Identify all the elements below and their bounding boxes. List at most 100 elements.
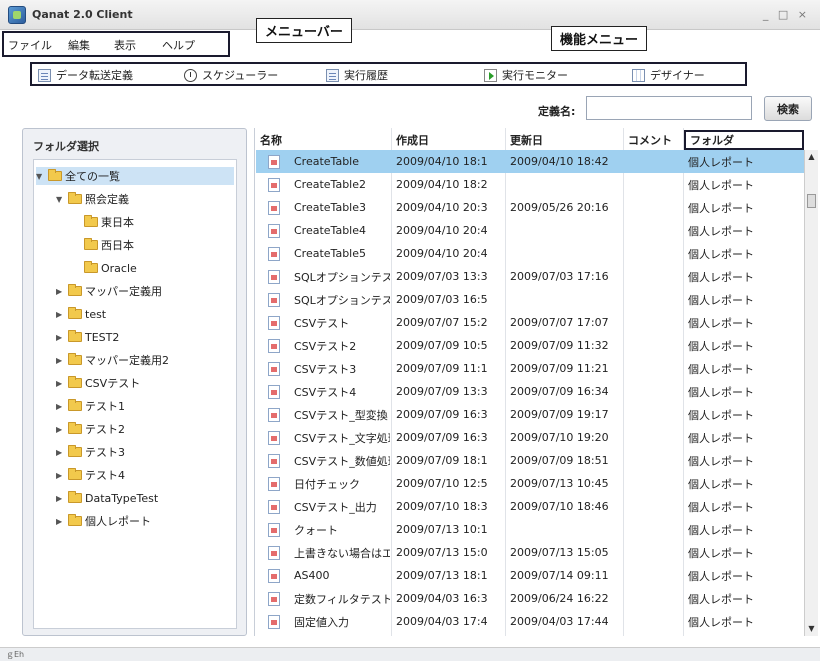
table-row[interactable]: CSVテスト 2009/07/07 15:2 2009/07/07 17:07 個人レ… — [256, 311, 804, 334]
tab-designer[interactable]: デザイナー — [632, 67, 705, 83]
collapse-arrow-icon[interactable]: ▶ — [56, 356, 65, 365]
table-row[interactable]: 日付チェック 2009/07/10 12:5 2009/07/13 10:45 個人レ… — [256, 472, 804, 495]
folder-icon — [68, 399, 82, 411]
table-row[interactable]: CSVテスト_文字処理 2009/07/09 16:3 2009/07/10 19:… — [256, 426, 804, 449]
tree-node-test-1[interactable]: ▶ テスト1 — [56, 397, 125, 415]
table-row[interactable]: CreateTable5 2009/04/10 20:4 個人レポート — [256, 242, 804, 265]
table-row[interactable]: CSVテスト_出力 2009/07/10 18:3 2009/07/10 18:46… — [256, 495, 804, 518]
table-cell: 2009/07/13 15:05 — [510, 546, 609, 559]
folder-icon — [48, 169, 62, 181]
tree-node-mapper2[interactable]: ▶ マッパー定義用2 — [56, 351, 169, 369]
table-cell: 2009/07/13 15:0 — [396, 546, 488, 559]
search-button[interactable]: 検索 — [764, 96, 812, 121]
table-cell: 2009/04/03 17:4 — [396, 615, 488, 628]
table-row[interactable]: CSVテスト3 2009/07/09 11:1 2009/07/09 11:21 個人… — [256, 357, 804, 380]
tree-node-east-japan[interactable]: 東日本 — [84, 213, 134, 231]
clock-icon — [184, 68, 197, 82]
definition-name-label: 定義名: — [538, 105, 576, 118]
table-cell: CSVテスト_数値処理 — [294, 454, 390, 468]
table-row[interactable]: SQLオプションテスト 2009/07/03 16:5 個人レポート — [256, 288, 804, 311]
collapse-arrow-icon[interactable]: ▶ — [56, 448, 65, 457]
window-controls[interactable]: _ □ × — [763, 8, 810, 21]
column-header-created[interactable]: 作成日 — [392, 130, 504, 150]
tree-node-test-4[interactable]: ▶ テスト4 — [56, 466, 125, 484]
table-row[interactable]: CSVテスト2 2009/07/09 10:5 2009/07/09 11:32 個人… — [256, 334, 804, 357]
report-file-icon — [268, 615, 280, 629]
table-cell: 定数フィルタテスト1 — [294, 592, 390, 606]
collapse-arrow-icon[interactable]: ▶ — [56, 310, 65, 319]
tree-node-oracle[interactable]: Oracle — [84, 259, 137, 277]
folder-icon — [68, 307, 82, 319]
table-cell: CreateTable — [294, 155, 359, 168]
column-header-comment[interactable]: コメント — [624, 130, 682, 150]
tab-label: スケジューラー — [202, 69, 279, 82]
collapse-arrow-icon[interactable]: ▶ — [56, 402, 65, 411]
table-cell — [506, 173, 622, 196]
table-row[interactable]: クォート 2009/07/13 10:1 個人レポート — [256, 518, 804, 541]
scroll-down-icon[interactable]: ▼ — [805, 622, 818, 636]
collapse-arrow-icon[interactable]: ▶ — [56, 287, 65, 296]
table-row[interactable]: CSVテスト_数値処理 2009/07/09 18:1 2009/07/09 18:… — [256, 449, 804, 472]
collapse-arrow-icon[interactable]: ▶ — [56, 425, 65, 434]
table-cell — [624, 587, 682, 610]
collapse-arrow-icon[interactable]: ▶ — [56, 517, 65, 526]
table-cell: 2009/07/09 10:5 — [396, 339, 488, 352]
table-cell — [624, 449, 682, 472]
tree-node-query-definition[interactable]: ▼ 照会定義 — [56, 190, 129, 208]
status-bar: ｇEh — [0, 647, 820, 661]
table-cell: 日付チェック — [294, 477, 360, 491]
tree-node-test2[interactable]: ▶ TEST2 — [56, 328, 119, 346]
collapse-arrow-icon[interactable]: ▶ — [56, 471, 65, 480]
table-cell: 2009/07/10 12:5 — [396, 477, 488, 490]
scroll-up-icon[interactable]: ▲ — [805, 150, 818, 164]
table-cell: 個人レポート — [688, 247, 754, 261]
table-row[interactable]: CSVテスト4 2009/07/09 13:3 2009/07/09 16:34 個人… — [256, 380, 804, 403]
table-row[interactable]: AS400 2009/07/13 18:1 2009/07/14 09:11 個人レポ… — [256, 564, 804, 587]
table-row[interactable]: 定数フィルタテスト1 2009/04/03 16:3 2009/06/24 16:2… — [256, 587, 804, 610]
tab-execution-history[interactable]: 実行履歴 — [326, 67, 388, 83]
tree-node-all[interactable]: ▼ 全ての一覧 — [36, 167, 234, 185]
table-cell: 2009/04/03 16:3 — [396, 592, 488, 605]
table-row[interactable]: CreateTable 2009/04/10 18:1 2009/04/10 18:… — [256, 150, 804, 173]
tab-execution-monitor[interactable]: 実行モニター — [484, 67, 568, 83]
report-file-icon — [268, 385, 280, 399]
definition-name-input[interactable] — [586, 96, 752, 120]
table-row[interactable]: CreateTable2 2009/04/10 18:2 個人レポート — [256, 173, 804, 196]
tree-node-test-2[interactable]: ▶ テスト2 — [56, 420, 125, 438]
table-cell — [624, 495, 682, 518]
table-cell: 個人レポート — [688, 339, 754, 353]
collapse-arrow-icon[interactable]: ▶ — [56, 379, 65, 388]
tab-transfer-definition[interactable]: データ転送定義 — [38, 67, 133, 83]
tree-node-datatypetest[interactable]: ▶ DataTypeTest — [56, 489, 158, 507]
expand-arrow-icon[interactable]: ▼ — [56, 195, 65, 204]
column-header-name[interactable]: 名称 — [256, 130, 390, 150]
tree-node-test-3[interactable]: ▶ テスト3 — [56, 443, 125, 461]
column-header-updated[interactable]: 更新日 — [506, 130, 622, 150]
table-row[interactable]: 固定値入力 2009/04/03 17:4 2009/04/03 17:44 個人レポ… — [256, 610, 804, 633]
table-cell: CreateTable3 — [294, 201, 366, 214]
vertical-scrollbar[interactable]: ▲ ▼ — [804, 150, 818, 636]
tree-node-csv-test[interactable]: ▶ CSVテスト — [56, 374, 140, 392]
tree-node-west-japan[interactable]: 西日本 — [84, 236, 134, 254]
table-cell: CreateTable5 — [294, 247, 366, 260]
menubar-highlight — [2, 31, 230, 57]
table-row[interactable]: CreateTable3 2009/04/10 20:3 2009/05/26 20… — [256, 196, 804, 219]
tree-label: テスト1 — [85, 400, 125, 413]
table-cell: SQLオプションテスト — [294, 293, 390, 307]
tree-node-mapper[interactable]: ▶ マッパー定義用 — [56, 282, 162, 300]
table-cell — [624, 242, 682, 265]
collapse-arrow-icon[interactable]: ▶ — [56, 333, 65, 342]
expand-arrow-icon[interactable]: ▼ — [36, 172, 45, 181]
table-cell: CSVテスト4 — [294, 385, 357, 399]
tab-scheduler[interactable]: スケジューラー — [184, 67, 278, 83]
column-header-folder[interactable]: フォルダ — [684, 130, 804, 150]
scroll-thumb[interactable] — [807, 194, 816, 208]
table-cell: 2009/07/09 18:51 — [510, 454, 609, 467]
table-row[interactable]: CreateTable4 2009/04/10 20:4 個人レポート — [256, 219, 804, 242]
tree-node-test[interactable]: ▶ test — [56, 305, 106, 323]
table-row[interactable]: SQLオプションテスト 2009/07/03 13:3 2009/07/03 17:… — [256, 265, 804, 288]
collapse-arrow-icon[interactable]: ▶ — [56, 494, 65, 503]
table-row[interactable]: CSVテスト_型変換 2009/07/09 16:3 2009/07/09 19:1… — [256, 403, 804, 426]
tree-node-personal-report[interactable]: ▶ 個人レポート — [56, 512, 151, 530]
table-row[interactable]: 上書きない場合はエラ 2009/07/13 15:0 2009/07/13 15:0… — [256, 541, 804, 564]
